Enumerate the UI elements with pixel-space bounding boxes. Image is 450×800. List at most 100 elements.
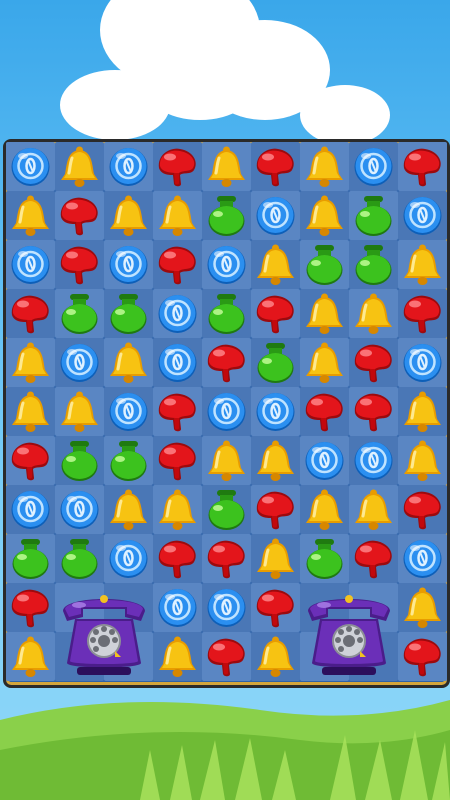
board-cell[interactable]	[398, 387, 447, 436]
board-cell[interactable]	[55, 387, 104, 436]
board-cell[interactable]	[153, 142, 202, 191]
red-mushroom-icon[interactable]	[251, 583, 300, 632]
green-potion-icon[interactable]	[104, 289, 153, 338]
yellow-bell-icon[interactable]	[349, 485, 398, 534]
red-mushroom-icon[interactable]	[398, 632, 447, 681]
yellow-bell-icon[interactable]	[104, 191, 153, 240]
green-potion-icon[interactable]	[55, 534, 104, 583]
board-cell[interactable]	[153, 436, 202, 485]
board-cell[interactable]	[398, 240, 447, 289]
yellow-bell-icon[interactable]	[349, 289, 398, 338]
board-cell[interactable]	[202, 240, 251, 289]
board-cell[interactable]	[153, 485, 202, 534]
purple-telephone-icon[interactable]	[300, 583, 398, 681]
board-cell[interactable]	[202, 387, 251, 436]
board-cell[interactable]	[202, 583, 251, 632]
board-cell[interactable]	[300, 289, 349, 338]
board-cell[interactable]	[55, 338, 104, 387]
board-cell[interactable]	[202, 191, 251, 240]
blue-coin-icon[interactable]	[202, 240, 251, 289]
blue-coin-icon[interactable]	[6, 142, 55, 191]
red-mushroom-icon[interactable]	[153, 142, 202, 191]
board-cell[interactable]	[398, 436, 447, 485]
board-cell[interactable]	[300, 191, 349, 240]
board-cell[interactable]	[6, 632, 55, 681]
board-cell[interactable]	[104, 387, 153, 436]
board-cell[interactable]	[202, 632, 251, 681]
red-mushroom-icon[interactable]	[349, 534, 398, 583]
red-mushroom-icon[interactable]	[55, 191, 104, 240]
blue-coin-icon[interactable]	[202, 583, 251, 632]
red-mushroom-icon[interactable]	[251, 289, 300, 338]
board-cell[interactable]	[55, 191, 104, 240]
board-cell[interactable]	[349, 240, 398, 289]
red-mushroom-icon[interactable]	[398, 289, 447, 338]
board-cell[interactable]	[300, 240, 349, 289]
blue-coin-icon[interactable]	[6, 485, 55, 534]
board-cell[interactable]	[398, 191, 447, 240]
board-cell[interactable]	[153, 387, 202, 436]
red-mushroom-icon[interactable]	[398, 142, 447, 191]
green-potion-icon[interactable]	[202, 191, 251, 240]
board-cell[interactable]	[300, 387, 349, 436]
yellow-bell-icon[interactable]	[300, 191, 349, 240]
blue-coin-icon[interactable]	[55, 338, 104, 387]
blue-coin-icon[interactable]	[251, 191, 300, 240]
board-cell[interactable]	[6, 338, 55, 387]
red-mushroom-icon[interactable]	[300, 387, 349, 436]
yellow-bell-icon[interactable]	[6, 191, 55, 240]
red-mushroom-icon[interactable]	[153, 534, 202, 583]
board-cell[interactable]	[300, 436, 349, 485]
board-cell[interactable]	[104, 289, 153, 338]
blue-coin-icon[interactable]	[349, 142, 398, 191]
yellow-bell-icon[interactable]	[251, 436, 300, 485]
yellow-bell-icon[interactable]	[251, 632, 300, 681]
board-cell[interactable]	[153, 583, 202, 632]
green-potion-icon[interactable]	[202, 485, 251, 534]
board-cell[interactable]	[104, 142, 153, 191]
yellow-bell-icon[interactable]	[55, 387, 104, 436]
red-mushroom-icon[interactable]	[251, 142, 300, 191]
board-cell[interactable]	[349, 338, 398, 387]
board-cell[interactable]	[398, 338, 447, 387]
board-cell[interactable]	[104, 436, 153, 485]
blue-coin-icon[interactable]	[153, 583, 202, 632]
board-cell[interactable]	[300, 142, 349, 191]
blue-coin-icon[interactable]	[398, 534, 447, 583]
board-cell[interactable]	[398, 485, 447, 534]
yellow-bell-icon[interactable]	[153, 485, 202, 534]
board-cell[interactable]	[300, 534, 349, 583]
board-cell[interactable]	[251, 583, 300, 632]
blue-coin-icon[interactable]	[104, 387, 153, 436]
yellow-bell-icon[interactable]	[104, 485, 153, 534]
board-cell[interactable]	[202, 338, 251, 387]
red-mushroom-icon[interactable]	[349, 338, 398, 387]
board-cell[interactable]	[153, 191, 202, 240]
board-cell[interactable]	[55, 142, 104, 191]
red-mushroom-icon[interactable]	[55, 240, 104, 289]
red-mushroom-icon[interactable]	[202, 534, 251, 583]
board-cell[interactable]	[55, 289, 104, 338]
board-cell[interactable]	[6, 240, 55, 289]
board-cell[interactable]	[349, 387, 398, 436]
blue-coin-icon[interactable]	[55, 485, 104, 534]
board-cell[interactable]	[251, 436, 300, 485]
red-mushroom-icon[interactable]	[153, 436, 202, 485]
green-potion-icon[interactable]	[251, 338, 300, 387]
board-cell[interactable]	[398, 142, 447, 191]
yellow-bell-icon[interactable]	[300, 289, 349, 338]
yellow-bell-icon[interactable]	[6, 387, 55, 436]
yellow-bell-icon[interactable]	[398, 387, 447, 436]
board-cell[interactable]	[104, 338, 153, 387]
board-cell[interactable]	[398, 289, 447, 338]
blue-coin-icon[interactable]	[104, 534, 153, 583]
blue-coin-icon[interactable]	[153, 338, 202, 387]
red-mushroom-icon[interactable]	[6, 583, 55, 632]
red-mushroom-icon[interactable]	[153, 240, 202, 289]
board-cell[interactable]	[104, 240, 153, 289]
yellow-bell-icon[interactable]	[251, 240, 300, 289]
board-cell[interactable]	[153, 632, 202, 681]
yellow-bell-icon[interactable]	[104, 338, 153, 387]
board-cell[interactable]	[202, 436, 251, 485]
red-mushroom-icon[interactable]	[202, 632, 251, 681]
